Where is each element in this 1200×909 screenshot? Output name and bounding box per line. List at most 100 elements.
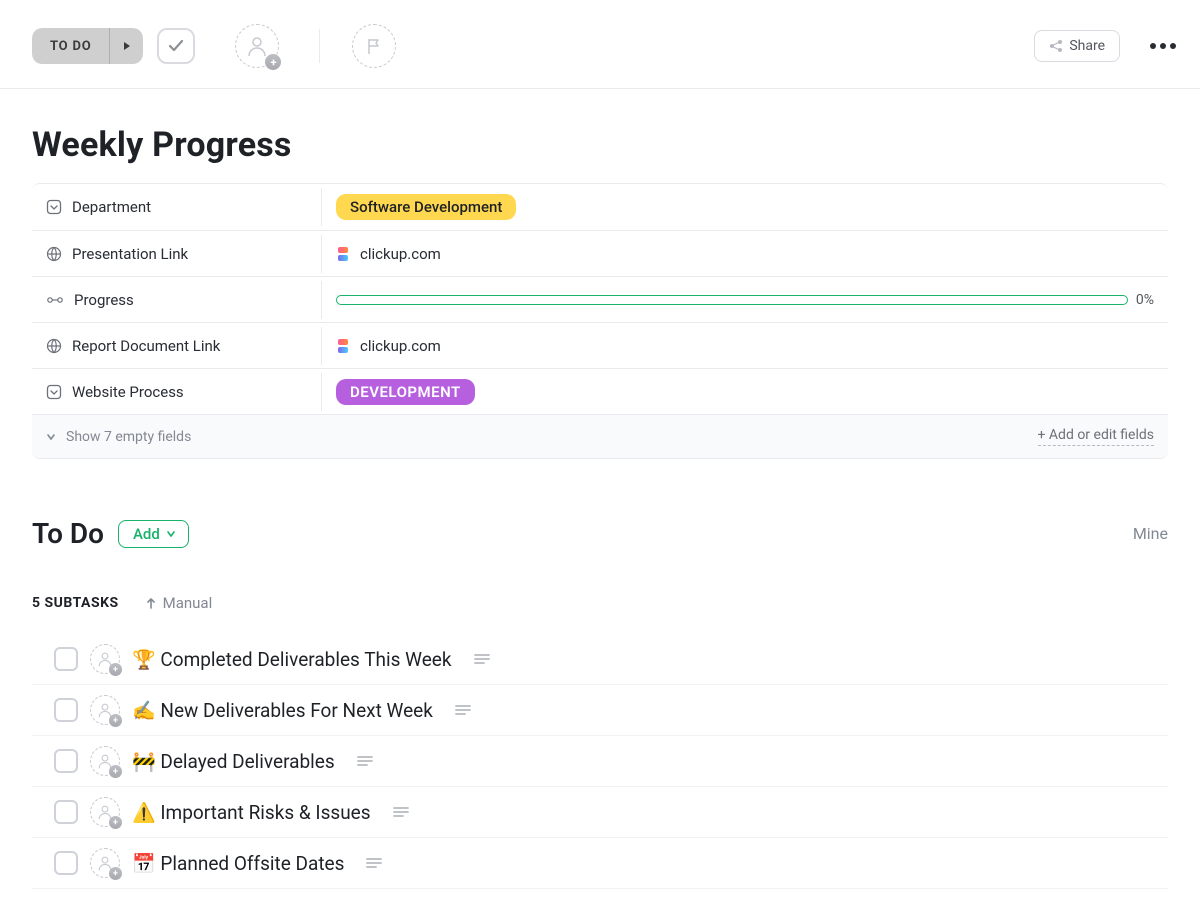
field-name: Presentation Link [32, 235, 322, 273]
plus-icon: + [265, 54, 281, 70]
assignee-add-button[interactable]: + [90, 848, 120, 878]
task-checkbox[interactable] [54, 647, 78, 671]
task-title: ✍️ New Deliverables For Next Week [132, 699, 433, 722]
task-checkbox[interactable] [54, 749, 78, 773]
share-icon [1049, 39, 1063, 53]
section-title: To Do [32, 517, 104, 550]
task-title: 🏆 Completed Deliverables This Week [132, 648, 452, 671]
sort-mode-button[interactable]: Manual [145, 594, 213, 612]
tag: Software Development [336, 194, 516, 220]
page-title: Weekly Progress [32, 125, 1168, 165]
task-emoji: ⚠️ [132, 801, 156, 824]
task-row[interactable]: + 🏆 Completed Deliverables This Week [32, 634, 1168, 685]
task-title: 📅 Planned Offsite Dates [132, 852, 344, 875]
task-checkbox[interactable] [54, 851, 78, 875]
link-text: clickup.com [360, 337, 441, 355]
field-name: Report Document Link [32, 327, 322, 365]
task-title: 🚧 Delayed Deliverables [132, 750, 335, 773]
field-label: Progress [74, 291, 134, 309]
field-value[interactable]: DEVELOPMENT [322, 371, 1168, 413]
description-icon [366, 857, 382, 869]
field-row[interactable]: Website Process DEVELOPMENT [32, 368, 1168, 414]
arrow-up-icon [145, 597, 157, 609]
field-name: Department [32, 188, 322, 226]
mark-complete-button[interactable] [157, 28, 195, 64]
link-text: clickup.com [360, 245, 441, 263]
progress-icon [46, 293, 64, 307]
field-value[interactable]: clickup.com [322, 237, 1168, 271]
sort-label: Manual [163, 594, 213, 612]
assignee-add-button[interactable]: + [90, 695, 120, 725]
dropdown-icon [46, 384, 62, 400]
assignee-add-button[interactable]: + [90, 746, 120, 776]
add-edit-fields[interactable]: + Add or edit fields [1038, 427, 1155, 446]
add-assignee-button[interactable]: + [235, 24, 279, 68]
separator [319, 29, 320, 63]
share-label: Share [1069, 38, 1105, 54]
add-subtask-button[interactable]: Add [118, 520, 189, 548]
task-row[interactable]: + ✍️ New Deliverables For Next Week [32, 685, 1168, 736]
add-label: Add [133, 525, 160, 543]
field-row[interactable]: Progress 0% [32, 276, 1168, 322]
chevron-down-icon [46, 432, 56, 442]
description-icon [455, 704, 471, 716]
field-label: Website Process [72, 383, 184, 401]
task-emoji: 🚧 [132, 750, 156, 773]
mine-filter[interactable]: Mine [1133, 524, 1168, 543]
globe-icon [46, 338, 62, 354]
fields-footer: Show 7 empty fields + Add or edit fields [32, 414, 1168, 458]
task-checkbox[interactable] [54, 698, 78, 722]
set-priority-button[interactable] [352, 24, 396, 68]
subtasks-subheader: 5 SUBTASKS Manual [32, 594, 1168, 612]
checkmark-icon [167, 37, 185, 55]
share-button[interactable]: Share [1034, 30, 1120, 62]
more-actions-button[interactable] [1144, 37, 1182, 55]
status-next-button[interactable] [109, 28, 143, 64]
task-row[interactable]: + 📅 Planned Offsite Dates [32, 838, 1168, 889]
progress-percent: 0% [1136, 292, 1154, 308]
task-emoji: ✍️ [132, 699, 156, 722]
progress-bar[interactable] [336, 295, 1128, 305]
todo-section-header: To Do Add Mine [32, 517, 1168, 550]
clickup-icon [336, 338, 352, 354]
person-icon [246, 35, 268, 57]
task-emoji: 🏆 [132, 648, 156, 671]
field-name: Website Process [32, 373, 322, 411]
subtasks-list: + 🏆 Completed Deliverables This Week + ✍️ N… [32, 634, 1168, 889]
plus-icon: + [109, 714, 122, 727]
tag: DEVELOPMENT [336, 379, 475, 405]
description-icon [474, 653, 490, 665]
chevron-down-icon [166, 529, 176, 539]
assignee-add-button[interactable]: + [90, 644, 120, 674]
flag-icon [364, 36, 384, 56]
top-toolbar: TO DO + Share [0, 0, 1200, 89]
assignee-add-button[interactable]: + [90, 797, 120, 827]
task-row[interactable]: + ⚠️ Important Risks & Issues [32, 787, 1168, 838]
task-emoji: 📅 [132, 852, 156, 875]
status-dropdown[interactable]: TO DO [32, 28, 143, 64]
subtask-count: 5 SUBTASKS [32, 595, 119, 611]
dropdown-icon [46, 199, 62, 215]
field-value[interactable]: Software Development [322, 186, 1168, 228]
description-icon [357, 755, 373, 767]
plus-icon: + [109, 765, 122, 778]
field-row[interactable]: Department Software Development [32, 184, 1168, 230]
field-name: Progress [32, 281, 322, 319]
task-title: ⚠️ Important Risks & Issues [132, 801, 371, 824]
field-row[interactable]: Report Document Link clickup.com [32, 322, 1168, 368]
field-value[interactable]: 0% [322, 284, 1168, 316]
globe-icon [46, 246, 62, 262]
clickup-icon [336, 246, 352, 262]
play-icon [122, 41, 132, 51]
plus-icon: + [109, 663, 122, 676]
custom-fields-table: Department Software Development Presentati… [32, 183, 1168, 459]
task-checkbox[interactable] [54, 800, 78, 824]
field-label: Presentation Link [72, 245, 188, 263]
description-icon [393, 806, 409, 818]
plus-icon: + [109, 816, 122, 829]
field-label: Department [72, 198, 151, 216]
show-empty-fields[interactable]: Show 7 empty fields [66, 429, 191, 445]
task-row[interactable]: + 🚧 Delayed Deliverables [32, 736, 1168, 787]
field-value[interactable]: clickup.com [322, 329, 1168, 363]
field-row[interactable]: Presentation Link clickup.com [32, 230, 1168, 276]
